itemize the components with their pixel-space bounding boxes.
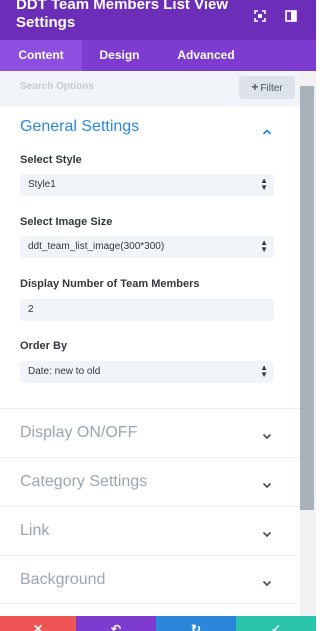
select-style-label: Select Style xyxy=(20,154,82,166)
undo-button[interactable]: ↶ xyxy=(76,616,156,631)
select-image-size-value: ddt_team_list_image(300*300) xyxy=(28,241,165,252)
undo-icon: ↶ xyxy=(110,622,122,631)
settings-header: DDT Team Members List View Settings xyxy=(0,0,316,40)
tab-design[interactable]: Design xyxy=(82,40,157,71)
chevron-down-icon[interactable] xyxy=(262,477,272,489)
select-style-dropdown[interactable]: Style1 ▲ ▼ xyxy=(20,174,274,196)
chevron-down-icon[interactable] xyxy=(262,575,272,587)
order-by-label: Order By xyxy=(20,340,68,352)
select-arrows-icon: ▲ ▼ xyxy=(260,176,268,192)
section-background[interactable]: Background xyxy=(20,571,105,589)
sidebar-toggle-icon[interactable] xyxy=(283,8,299,24)
discard-button[interactable]: ✕ xyxy=(0,616,76,631)
search-input[interactable]: Search Options xyxy=(20,81,94,92)
section-general-settings[interactable]: General Settings xyxy=(20,118,139,136)
settings-title: DDT Team Members List View Settings xyxy=(16,0,229,31)
select-arrows-icon: ▲ ▼ xyxy=(260,238,268,254)
plus-icon: + xyxy=(251,80,259,94)
redo-icon: ↻ xyxy=(190,622,202,631)
expand-icon[interactable] xyxy=(252,8,268,24)
section-divider xyxy=(0,555,300,556)
section-divider xyxy=(0,506,300,507)
chevron-down-icon[interactable] xyxy=(262,526,272,538)
action-bar: ✕ ↶ ↻ ✓ xyxy=(0,616,316,631)
team-members-count-input[interactable]: 2 xyxy=(20,299,274,321)
section-divider xyxy=(0,457,300,458)
section-display-on-off[interactable]: Display ON/OFF xyxy=(20,424,137,442)
chevron-down-icon[interactable] xyxy=(262,428,272,440)
team-members-count-value: 2 xyxy=(28,304,34,315)
filter-button[interactable]: + Filter xyxy=(239,76,295,99)
redo-button[interactable]: ↻ xyxy=(156,616,236,631)
section-category-settings[interactable]: Category Settings xyxy=(20,473,147,491)
order-by-dropdown[interactable]: Date: new to old ▲ ▼ xyxy=(20,361,274,383)
select-style-value: Style1 xyxy=(28,179,56,190)
section-link[interactable]: Link xyxy=(20,522,49,540)
filter-label: Filter xyxy=(260,83,283,94)
save-button[interactable]: ✓ xyxy=(236,616,316,631)
section-divider xyxy=(0,603,300,604)
scrollbar-thumb[interactable] xyxy=(300,86,314,510)
save-icon: ✓ xyxy=(270,622,282,631)
team-members-count-label: Display Number of Team Members xyxy=(20,278,200,290)
select-image-size-label: Select Image Size xyxy=(20,216,113,228)
tab-bar: Content Design Advanced xyxy=(0,40,316,71)
order-by-value: Date: new to old xyxy=(28,366,101,377)
chevron-up-icon[interactable] xyxy=(262,124,272,135)
tab-content[interactable]: Content xyxy=(0,40,82,71)
select-image-size-dropdown[interactable]: ddt_team_list_image(300*300) ▲ ▼ xyxy=(20,236,274,258)
tab-advanced[interactable]: Advanced xyxy=(166,40,246,71)
section-divider xyxy=(0,408,300,409)
select-arrows-icon: ▲ ▼ xyxy=(260,363,268,379)
discard-icon: ✕ xyxy=(32,622,44,631)
